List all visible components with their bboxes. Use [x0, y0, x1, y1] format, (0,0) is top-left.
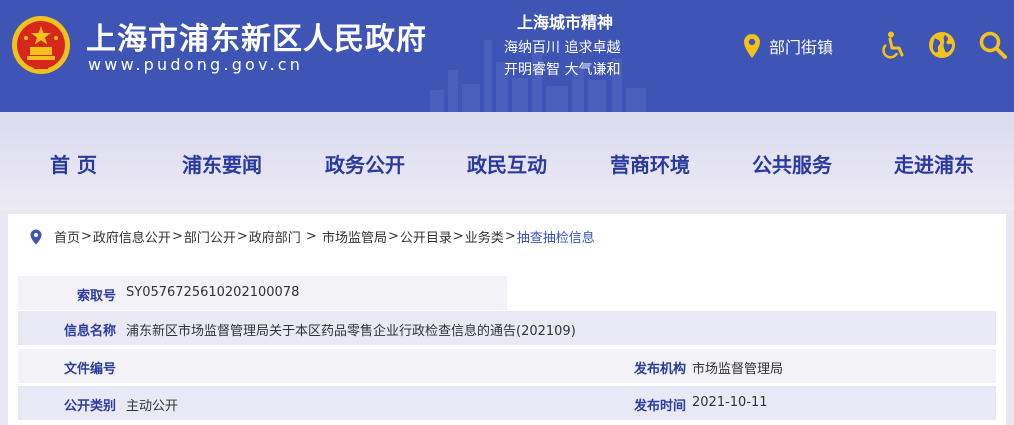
- breadcrumb-item[interactable]: 业务类: [465, 227, 504, 246]
- city-spirit-line: 海纳百川 追求卓越: [504, 40, 621, 56]
- meta-row-doc-publisher: 文件编号 发布机构 市场监督管理局: [18, 349, 996, 383]
- category-value: 主动公开: [126, 399, 179, 414]
- breadcrumb-separator: >: [452, 229, 464, 244]
- publish-date-value: 2021-10-11: [692, 395, 768, 410]
- national-emblem-logo[interactable]: [10, 14, 72, 76]
- breadcrumb-separator: >: [387, 229, 399, 244]
- breadcrumb-item[interactable]: 政府信息公开: [93, 227, 171, 246]
- breadcrumb-item[interactable]: 市场监管局: [322, 227, 387, 246]
- nav-item-interaction[interactable]: 政民互动: [467, 149, 547, 178]
- doc-number-label: 文件编号: [63, 362, 116, 377]
- accessibility-icon[interactable]: [878, 30, 908, 60]
- nav-item-pudong-news[interactable]: 浦东要闻: [182, 149, 262, 178]
- dept-street-label: 部门街镇: [769, 38, 834, 57]
- nav-item-business-env[interactable]: 营商环境: [610, 149, 690, 178]
- location-pin-icon: [30, 229, 42, 244]
- nav-item-home[interactable]: 首 页: [50, 149, 97, 178]
- publisher-label: 发布机构: [633, 362, 686, 377]
- main-nav: 首 页 浦东要闻 政务公开 政民互动 营商环境 公共服务 走进浦东: [0, 112, 1014, 210]
- breadcrumb-current[interactable]: 抽查抽检信息: [517, 227, 595, 246]
- publish-date-label: 发布时间: [633, 399, 686, 414]
- breadcrumb-item[interactable]: 政府部门: [249, 227, 301, 246]
- location-pin-icon: [744, 34, 760, 58]
- breadcrumb-item[interactable]: 公开目录: [400, 227, 452, 246]
- breadcrumb-separator: >: [171, 229, 183, 244]
- category-label: 公开类别: [63, 399, 116, 414]
- breadcrumb-item[interactable]: 部门公开: [184, 227, 236, 246]
- breadcrumb: 首页 > 政府信息公开 > 部门公开 > 政府部门 > 市场监管局 > 公开目录…: [30, 227, 595, 246]
- breadcrumb-separator: >: [81, 229, 92, 244]
- city-spirit-line: 开明睿智 大气谦和: [504, 62, 621, 78]
- breadcrumb-separator: >: [236, 229, 248, 244]
- search-icon[interactable]: [978, 30, 1008, 60]
- nav-item-about-pudong[interactable]: 走进浦东: [894, 149, 974, 178]
- info-name-value: 浦东新区市场监督管理局关于本区药品零售企业行政检查信息的通告(202109): [126, 324, 576, 339]
- breadcrumb-item[interactable]: 首页: [54, 227, 80, 246]
- nav-item-gov-affairs[interactable]: 政务公开: [325, 149, 405, 178]
- index-number-value: SY0576725610202100078: [126, 285, 300, 300]
- breadcrumb-separator: >: [504, 229, 516, 244]
- publisher-value: 市场监督管理局: [692, 362, 784, 377]
- globe-icon[interactable]: [927, 30, 957, 60]
- info-name-label: 信息名称: [63, 324, 116, 339]
- meta-row-info-name: 信息名称 浦东新区市场监督管理局关于本区药品零售企业行政检查信息的通告(2021…: [18, 311, 996, 345]
- dept-street-link[interactable]: 部门街镇: [743, 33, 833, 59]
- city-spirit-title: 上海城市精神: [517, 13, 614, 32]
- meta-row-index: 索取号 SY0576725610202100078: [18, 276, 507, 310]
- nav-item-public-service[interactable]: 公共服务: [752, 149, 832, 178]
- site-title[interactable]: 上海市浦东新区人民政府: [86, 14, 427, 58]
- site-url: www.pudong.gov.cn: [88, 55, 304, 74]
- index-number-label: 索取号: [76, 289, 116, 304]
- site-header: 上海市浦东新区人民政府 www.pudong.gov.cn 上海城市精神 海纳百…: [0, 0, 1014, 112]
- breadcrumb-separator: >: [301, 229, 321, 244]
- meta-row-category-date: 公开类别 主动公开 发布时间 2021-10-11: [18, 386, 996, 420]
- content-panel: 首页 > 政府信息公开 > 部门公开 > 政府部门 > 市场监管局 > 公开目录…: [8, 214, 1006, 425]
